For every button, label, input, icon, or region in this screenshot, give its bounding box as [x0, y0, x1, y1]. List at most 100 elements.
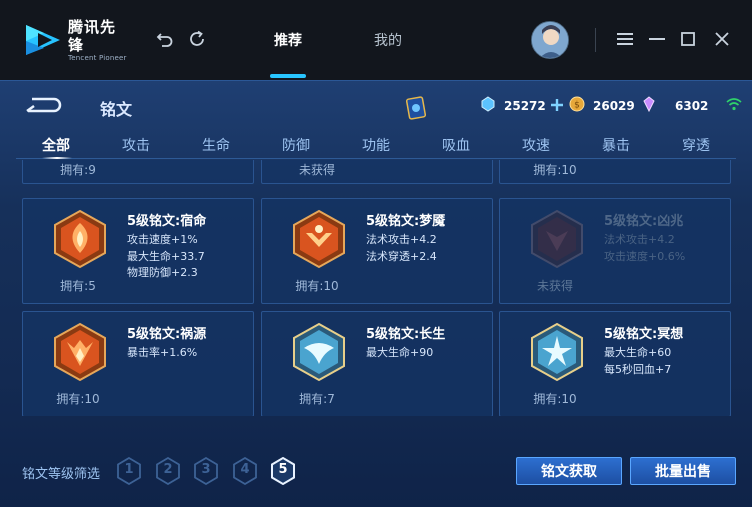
refresh-icon[interactable]: [186, 28, 208, 50]
tab-all[interactable]: 全部: [26, 135, 86, 155]
inscription-card[interactable]: 未获得: [261, 160, 493, 184]
coin-amount: 26029: [593, 99, 635, 113]
inscription-stats: 法术攻击+4.2 攻击速度+0.6%: [604, 232, 685, 265]
divider: [595, 28, 596, 52]
stat-line: 法术穿透+2.4: [366, 249, 437, 263]
inscription-name: 5级铭文:凶兆: [604, 214, 684, 229]
inscription-card[interactable]: 拥有:10: [499, 160, 731, 184]
stat-line: 攻击速度+0.6%: [604, 249, 686, 263]
tab-defense[interactable]: 防御: [266, 135, 326, 155]
level-filter-label-3: 3: [201, 462, 211, 477]
inscription-emblem-icon: [53, 209, 107, 269]
title-bar: 腾讯先锋 Tencent Pioneer 推荐 我的: [0, 0, 752, 80]
inscription-card-suming[interactable]: 5级铭文:宿命 攻击速度+1% 最大生命+33.7 物理防御+2.3 拥有:5: [22, 198, 254, 304]
stat-line: 攻击速度+1%: [127, 233, 198, 246]
inscription-emblem-icon: [292, 209, 346, 269]
category-indicator: [42, 157, 72, 159]
currency-crystal: 25272: [480, 96, 564, 116]
inscription-name: 5级铭文:梦魇: [366, 214, 446, 229]
inscription-name: 5级铭文:长生: [366, 327, 446, 342]
level-filter-1[interactable]: 1: [116, 456, 142, 486]
inscription-name: 5级铭文:宿命: [127, 214, 207, 229]
batch-sell-button[interactable]: 批量出售: [630, 457, 736, 485]
inscription-stats: 攻击速度+1% 最大生命+33.7 物理防御+2.3: [127, 232, 205, 282]
undo-icon[interactable]: [154, 28, 176, 50]
close-icon[interactable]: [711, 28, 733, 50]
blue-crystal-icon: [480, 96, 496, 116]
inscription-card-mengyan[interactable]: 5级铭文:梦魇 法术攻击+4.2 法术穿透+2.4 拥有:10: [261, 198, 493, 304]
tab-mine[interactable]: 我的: [374, 30, 402, 50]
inscription-stats: 最大生命+60 每5秒回血+7: [604, 345, 671, 378]
stat-line: 每5秒回血+7: [604, 362, 672, 376]
tab-attack[interactable]: 攻击: [106, 135, 166, 155]
logo-text-en: Tencent Pioneer: [68, 53, 127, 62]
tab-attack-speed[interactable]: 攻速: [506, 135, 566, 155]
owned-count: 未获得: [536, 279, 573, 293]
tab-critical[interactable]: 暴击: [586, 135, 646, 155]
obtain-inscription-button[interactable]: 铭文获取: [516, 457, 622, 485]
level-filter-3[interactable]: 3: [193, 456, 219, 486]
inscription-card-icon[interactable]: [405, 95, 427, 121]
inscription-emblem-icon: [530, 209, 584, 269]
owned-count: 拥有:10: [533, 392, 577, 406]
inscription-name: 5级铭文:祸源: [127, 327, 207, 342]
wifi-icon: [726, 96, 742, 112]
page-title: 铭文: [100, 100, 133, 119]
inscription-card-huoyuan[interactable]: 5级铭文:祸源 暴击率+1.6% 拥有:10: [22, 311, 254, 416]
purple-diamond-icon: [641, 96, 657, 116]
active-tab-indicator: [270, 74, 306, 78]
inscription-stats: 最大生命+90: [366, 345, 433, 362]
inscription-grid: 拥有:9 未获得 拥有:10 5级铭文:宿命 攻击速度+1% 最大生命+33.7: [22, 160, 732, 416]
inscription-card-changsheng[interactable]: 5级铭文:长生 最大生命+90 拥有:7: [261, 311, 493, 416]
maximize-icon[interactable]: [677, 28, 699, 50]
stat-line: 法术攻击+4.2: [604, 233, 675, 246]
panel-header: 铭文 25272 $ 26029 6302: [0, 81, 752, 129]
owned-count: 拥有:5: [60, 279, 96, 293]
tab-penetration[interactable]: 穿透: [666, 135, 726, 155]
currency-coin: $ 26029: [569, 96, 635, 116]
avatar[interactable]: [531, 21, 569, 59]
owned-count: 未获得: [298, 163, 335, 177]
add-icon[interactable]: [550, 97, 564, 116]
level-filter-label: 铭文等级筛选: [22, 467, 101, 482]
svg-text:$: $: [574, 101, 580, 111]
stat-line: 最大生命+33.7: [127, 249, 205, 263]
level-filter-2[interactable]: 2: [155, 456, 181, 486]
stat-line: 暴击率+1.6%: [127, 346, 198, 359]
inscription-card[interactable]: 拥有:9: [22, 160, 254, 184]
owned-count: 拥有:10: [533, 163, 577, 177]
minimize-icon[interactable]: [646, 28, 668, 50]
owned-count: 拥有:10: [295, 279, 339, 293]
inscription-emblem-icon: [53, 322, 107, 382]
inscription-card-xiongzhao[interactable]: 5级铭文:凶兆 法术攻击+4.2 攻击速度+0.6% 未获得: [499, 198, 731, 304]
logo-icon: [22, 21, 64, 59]
stat-line: 物理防御+2.3: [127, 266, 198, 279]
level-filter-label-4: 4: [240, 462, 250, 477]
level-filter-5[interactable]: 5: [270, 456, 296, 486]
owned-count: 拥有:7: [299, 392, 335, 406]
logo-text-cn: 腾讯先锋: [68, 17, 117, 54]
back-button[interactable]: [24, 95, 64, 115]
owned-count: 拥有:9: [60, 163, 96, 177]
tab-lifesteal[interactable]: 吸血: [426, 135, 486, 155]
diamond-amount: 6302: [675, 99, 709, 113]
inscription-emblem-icon: [530, 322, 584, 382]
level-filter-4[interactable]: 4: [232, 456, 258, 486]
inscription-panel: 铭文 25272 $ 26029 6302 全部 攻击 生命 防御 功能 吸血 …: [0, 80, 752, 507]
level-filter-label-2: 2: [163, 462, 173, 477]
inscription-card-mingxiang[interactable]: 5级铭文:冥想 最大生命+60 每5秒回血+7 拥有:10: [499, 311, 731, 416]
inscription-name: 5级铭文:冥想: [604, 327, 684, 342]
app-logo: 腾讯先锋 Tencent Pioneer: [22, 17, 128, 62]
inscription-stats: 法术攻击+4.2 法术穿透+2.4: [366, 232, 437, 265]
menu-icon[interactable]: [614, 28, 636, 50]
tab-health[interactable]: 生命: [186, 135, 246, 155]
inscription-stats: 暴击率+1.6%: [127, 345, 197, 362]
tab-function[interactable]: 功能: [346, 135, 406, 155]
gold-coin-icon: $: [569, 96, 585, 116]
stat-line: 法术攻击+4.2: [366, 233, 437, 246]
inscription-emblem-icon: [292, 322, 346, 382]
tab-recommend[interactable]: 推荐: [274, 30, 302, 50]
currency-diamond: 6302: [641, 96, 709, 116]
stat-line: 最大生命+60: [604, 346, 672, 359]
crystal-amount: 25272: [504, 99, 546, 113]
